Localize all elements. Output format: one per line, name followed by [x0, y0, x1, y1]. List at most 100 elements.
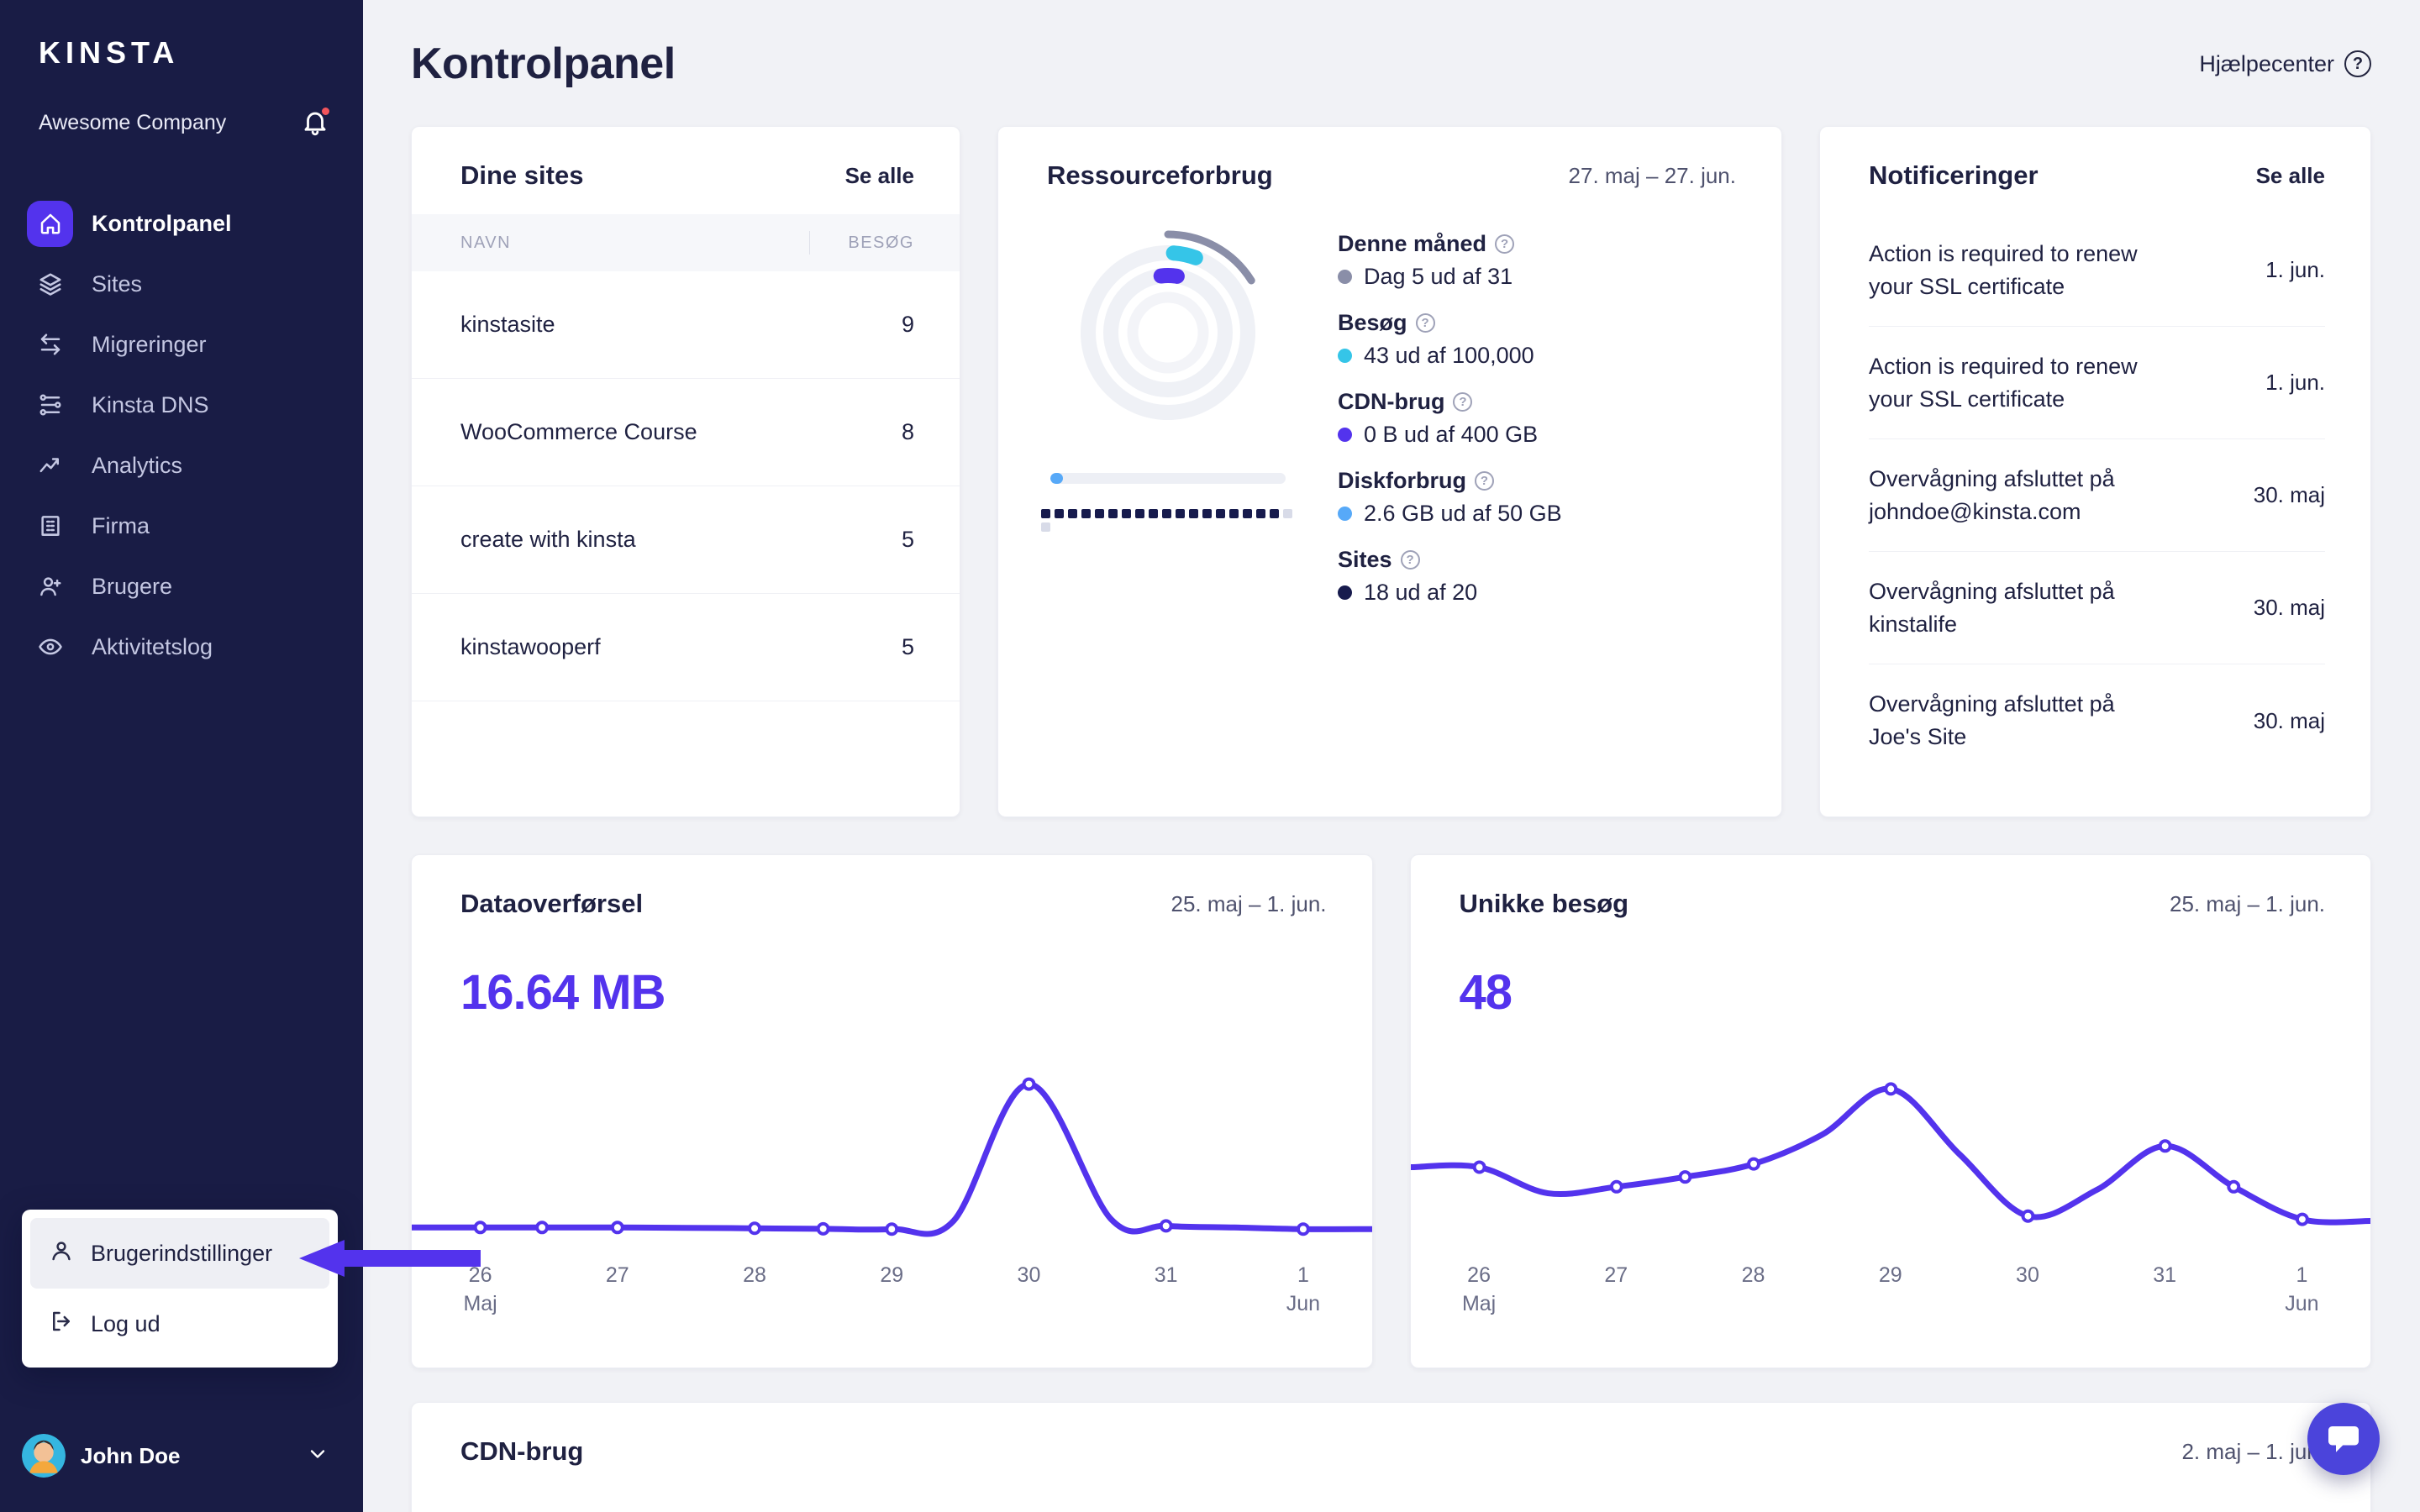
- cdn-usage-date-range: 2. maj – 1. jun.: [2181, 1438, 2325, 1464]
- data-transfer-line-chart: [412, 1077, 1372, 1237]
- notifications-bell-icon[interactable]: [301, 106, 331, 138]
- menu-item-usersettings[interactable]: Brugerindstillinger: [30, 1218, 329, 1289]
- x-axis-label: 1 Jun: [2285, 1263, 2319, 1315]
- sidebar-item-company[interactable]: Firma: [0, 496, 363, 556]
- dashboard-icon: [27, 200, 73, 247]
- kinsta-logo: Kinsta: [39, 35, 180, 70]
- dns-icon: [27, 382, 73, 428]
- help-icon[interactable]: ?: [1400, 550, 1420, 570]
- cdn-usage-card: CDN-brug 2. maj – 1. jun.: [411, 1402, 2371, 1512]
- site-visits: 5: [901, 527, 914, 552]
- usage-square: [1122, 509, 1131, 518]
- legend-value: 43 ud af 100,000: [1364, 343, 1534, 368]
- legend-dot: [1338, 428, 1352, 442]
- sidebar-item-analytics[interactable]: Analytics: [0, 435, 363, 496]
- table-row[interactable]: kinstasite 9: [412, 271, 960, 379]
- x-axis-label: 27: [605, 1263, 629, 1287]
- x-axis-label: 28: [1741, 1263, 1765, 1287]
- data-transfer-title: Dataoverførsel: [460, 889, 644, 918]
- usage-square: [1216, 509, 1225, 518]
- usage-donut-chart: [1065, 230, 1270, 435]
- users-icon: [27, 564, 73, 610]
- sidebar-item-migrations[interactable]: Migreringer: [0, 314, 363, 375]
- sidebar-item-label: Firma: [92, 512, 150, 538]
- chevron-down-icon[interactable]: [306, 1442, 329, 1470]
- site-visits: 8: [901, 419, 914, 444]
- notification-text: Overvågning afsluttet på johndoe@kinsta.…: [1869, 465, 2115, 524]
- usage-square: [1108, 509, 1118, 518]
- x-axis-label: 30: [1017, 1263, 1041, 1287]
- sidebar-item-label: Analytics: [92, 452, 183, 478]
- notification-item[interactable]: Overvågning afsluttet på Joe's Site 30. m…: [1869, 664, 2325, 777]
- site-name: WooCommerce Course: [460, 419, 697, 444]
- unique-visits-card: Unikke besøg 25. maj – 1. jun. 48 26 Maj 2…: [1409, 854, 2371, 1368]
- notifications-see-all-link[interactable]: Se alle: [2256, 163, 2325, 189]
- sidebar-item-activity[interactable]: Aktivitetslog: [0, 617, 363, 677]
- help-center-link[interactable]: Hjælpecenter ?: [2199, 50, 2371, 77]
- notification-item[interactable]: Action is required to renew your SSL cer…: [1869, 214, 2325, 327]
- sites-see-all-link[interactable]: Se alle: [845, 163, 914, 189]
- notifications-list: Action is required to renew your SSL cer…: [1820, 214, 2370, 777]
- usage-square: [1256, 509, 1265, 518]
- sites-table-body: kinstasite 9 WooCommerce Course 8 create wit…: [412, 271, 960, 701]
- x-axis-label: 31: [2153, 1263, 2177, 1287]
- x-axis-label: 27: [1604, 1263, 1628, 1287]
- usage-square: [1041, 509, 1050, 518]
- user-name: John Doe: [81, 1442, 181, 1468]
- help-center-label: Hjælpecenter: [2199, 50, 2334, 76]
- table-row[interactable]: create with kinsta 5: [412, 486, 960, 594]
- usage-square: [1081, 509, 1091, 518]
- data-transfer-total: 16.64 MB: [460, 965, 666, 1020]
- notification-date: 30. maj: [2253, 482, 2325, 507]
- site-name: kinstasite: [460, 312, 555, 337]
- sidebar-item-dashboard[interactable]: Kontrolpanel: [0, 193, 363, 254]
- usage-square: [1149, 509, 1158, 518]
- migrations-icon: [27, 322, 73, 368]
- sites-usage-squares: [1041, 509, 1295, 532]
- disk-usage-bar: [1050, 473, 1286, 484]
- menu-item-logout[interactable]: Log ud: [30, 1289, 329, 1359]
- legend-item-month: Denne måned? Dag 5 ud af 31: [1338, 231, 1562, 290]
- notification-item[interactable]: Action is required to renew your SSL cer…: [1869, 327, 2325, 439]
- help-icon[interactable]: ?: [1453, 392, 1473, 412]
- sidebar-item-label: Brugere: [92, 573, 173, 599]
- notification-date: 30. maj: [2253, 707, 2325, 733]
- company-name: Awesome Company: [39, 110, 227, 134]
- column-header-name: Navn: [460, 233, 512, 252]
- notification-item[interactable]: Overvågning afsluttet på johndoe@kinsta.…: [1869, 439, 2325, 552]
- sites-icon: [27, 261, 73, 307]
- chat-launcher-button[interactable]: [2307, 1403, 2380, 1475]
- legend-item-sites: Sites? 18 ud af 20: [1338, 547, 1562, 606]
- site-visits: 5: [901, 634, 914, 659]
- usage-square: [1202, 509, 1212, 518]
- sidebar-item-dns[interactable]: Kinsta DNS: [0, 375, 363, 435]
- logout-icon: [49, 1309, 74, 1340]
- sidebar-item-sites[interactable]: Sites: [0, 254, 363, 314]
- site-name: kinstawooperf: [460, 634, 601, 659]
- chat-icon: [2328, 1426, 2359, 1452]
- avatar[interactable]: [22, 1434, 66, 1478]
- table-row[interactable]: WooCommerce Course 8: [412, 379, 960, 486]
- help-icon[interactable]: ?: [1415, 313, 1435, 333]
- usage-square: [1135, 509, 1144, 518]
- site-name: create with kinsta: [460, 527, 636, 552]
- resources-date-range: 27. maj – 27. jun.: [1568, 162, 1736, 188]
- notification-item[interactable]: Overvågning afsluttet på kinstalife 30. m…: [1869, 552, 2325, 664]
- x-axis-label: 28: [743, 1263, 766, 1287]
- activity-icon: [27, 624, 73, 670]
- legend-dot: [1338, 270, 1352, 284]
- table-row[interactable]: kinstawooperf 5: [412, 594, 960, 701]
- help-icon[interactable]: ?: [1495, 234, 1515, 254]
- sidebar-item-users[interactable]: Brugere: [0, 556, 363, 617]
- resources-card-title: Ressourceforbrug: [1047, 160, 1273, 190]
- site-visits: 9: [901, 312, 914, 337]
- sites-card: Dine sites Se alle Navn Besøg kinstasite…: [411, 126, 960, 817]
- data-transfer-x-axis: 26 Maj 27 28 29 30 31 1 Jun: [412, 1261, 1372, 1331]
- notifications-card-title: Notificeringer: [1869, 160, 2039, 190]
- legend-item-cdn: CDN-brug? 0 B ud af 400 GB: [1338, 389, 1562, 448]
- legend-dot: [1338, 585, 1352, 600]
- x-axis-label: 29: [880, 1263, 904, 1287]
- help-icon[interactable]: ?: [1475, 471, 1495, 491]
- sidebar: Kinsta Awesome Company Kontrolpanel Sites…: [0, 0, 363, 1512]
- user-row[interactable]: John Doe: [0, 1420, 363, 1492]
